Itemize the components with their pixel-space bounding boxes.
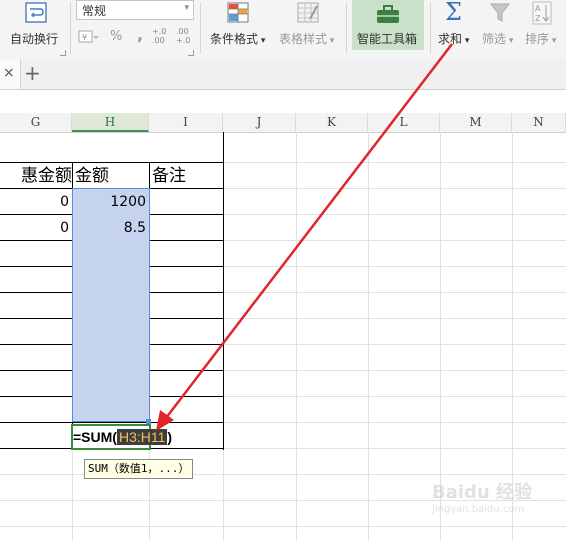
column-header-n[interactable]: N <box>512 113 566 132</box>
column-header-h[interactable]: H <box>72 113 149 132</box>
dialog-launcher-icon[interactable] <box>60 50 66 56</box>
currency-icon: ¥ <box>78 30 99 43</box>
sort-text: 排序 <box>525 32 550 46</box>
cell-i2[interactable]: 备注 <box>152 163 223 189</box>
separator <box>70 2 71 54</box>
baidu-watermark: Baidu 经验 jingyan.baidu.com <box>432 478 562 528</box>
percent-button[interactable]: % <box>110 29 122 44</box>
function-signature-tooltip: SUM（数值1，...） <box>84 459 194 479</box>
chevron-down-icon: ▾ <box>327 36 335 46</box>
sigma-icon: Σ <box>445 0 462 26</box>
cell-g2[interactable]: 惠金额 <box>0 163 72 189</box>
thousands-separator-button[interactable]: , <box>137 25 143 44</box>
dialog-launcher-icon[interactable] <box>188 50 194 56</box>
formula-bar-area <box>0 90 566 114</box>
wrap-text-button[interactable]: 自动换行 <box>4 0 64 48</box>
conditional-format-button[interactable]: 条件格式 ▾ <box>204 0 270 50</box>
svg-text:Z: Z <box>535 14 541 23</box>
smart-toolbox-label: 智能工具箱 <box>357 32 418 46</box>
formula-range-reference: H3:H11 <box>116 429 168 445</box>
filter-text: 筛选 <box>482 32 507 46</box>
autosum-button[interactable]: Σ 求和 ▾ <box>436 0 476 50</box>
separator <box>430 2 431 54</box>
table-style-text: 表格样式 <box>279 32 328 46</box>
column-header-j[interactable]: J <box>223 113 296 132</box>
number-format-select[interactable]: 常规 ▾ <box>76 0 194 20</box>
separator <box>346 2 347 54</box>
svg-text:A: A <box>535 4 541 13</box>
currency-format-button[interactable]: ¥ <box>78 28 104 46</box>
table-style-button[interactable]: 表格样式 ▾ <box>274 0 340 50</box>
document-tab[interactable]: × <box>0 60 21 89</box>
filter-label: 筛选 ▾ <box>482 30 513 47</box>
sort-icon: A Z <box>532 1 552 25</box>
chevron-down-icon: ▾ <box>506 36 514 46</box>
cell-h4[interactable]: 8.5 <box>72 215 149 241</box>
watermark-url: jingyan.baidu.com <box>432 504 525 515</box>
formula-in-cell[interactable]: =SUM(H3:H11) <box>73 427 172 447</box>
sort-button[interactable]: A Z 排序 ▾ <box>524 0 566 50</box>
column-header-k[interactable]: K <box>296 113 368 132</box>
cell-g4[interactable]: 0 <box>0 215 72 241</box>
formula-suffix: ) <box>167 429 173 445</box>
table-style-label: 表格样式 ▾ <box>279 30 334 47</box>
conditional-format-icon <box>227 2 249 23</box>
conditional-format-text: 条件格式 <box>210 32 259 46</box>
cell-h2[interactable]: 金额 <box>75 163 149 189</box>
chevron-down-icon: ▾ <box>549 36 557 46</box>
conditional-format-label: 条件格式 ▾ <box>210 30 265 47</box>
chevron-down-icon: ▾ <box>258 36 266 46</box>
column-header-i[interactable]: I <box>149 113 223 132</box>
cell-g3[interactable]: 0 <box>0 189 72 215</box>
chevron-down-icon: ▾ <box>462 36 470 46</box>
number-format-value: 常规 <box>82 4 107 18</box>
formula-prefix: =SUM( <box>73 429 117 445</box>
increase-decimal-button[interactable]: +.0 .00 <box>152 27 172 49</box>
ribbon-toolbar: 自动换行 常规 ▾ ¥ % , +.0 .00 .00 +.0 条件格式 ▾ 表… <box>0 0 566 61</box>
column-header-l[interactable]: L <box>368 113 440 132</box>
watermark-brand: Baidu 经验 <box>432 482 533 503</box>
filter-button[interactable]: 筛选 ▾ <box>480 0 522 50</box>
column-header-row: G H I J K L M N <box>0 113 566 133</box>
document-tab-bar: × + <box>0 60 566 90</box>
add-tab-icon[interactable]: + <box>24 61 41 85</box>
chevron-down-icon: ▾ <box>184 3 189 13</box>
toolbox-icon <box>377 5 399 23</box>
separator <box>200 2 201 54</box>
wrap-text-icon <box>25 2 47 23</box>
autosum-text: 求和 <box>438 32 463 46</box>
decrease-decimal-button[interactable]: .00 +.0 <box>176 27 196 49</box>
table-style-icon <box>297 2 319 23</box>
smart-toolbox-button[interactable]: 智能工具箱 <box>352 0 424 50</box>
filter-icon <box>489 3 511 22</box>
wrap-text-label: 自动换行 <box>10 32 59 46</box>
column-header-m[interactable]: M <box>440 113 512 132</box>
autosum-label: 求和 ▾ <box>438 30 469 47</box>
svg-text:¥: ¥ <box>82 33 87 42</box>
cell-h3[interactable]: 1200 <box>72 189 149 215</box>
column-header-g[interactable]: G <box>0 113 72 132</box>
sort-label: 排序 ▾ <box>525 30 556 47</box>
close-icon[interactable]: × <box>3 65 15 81</box>
